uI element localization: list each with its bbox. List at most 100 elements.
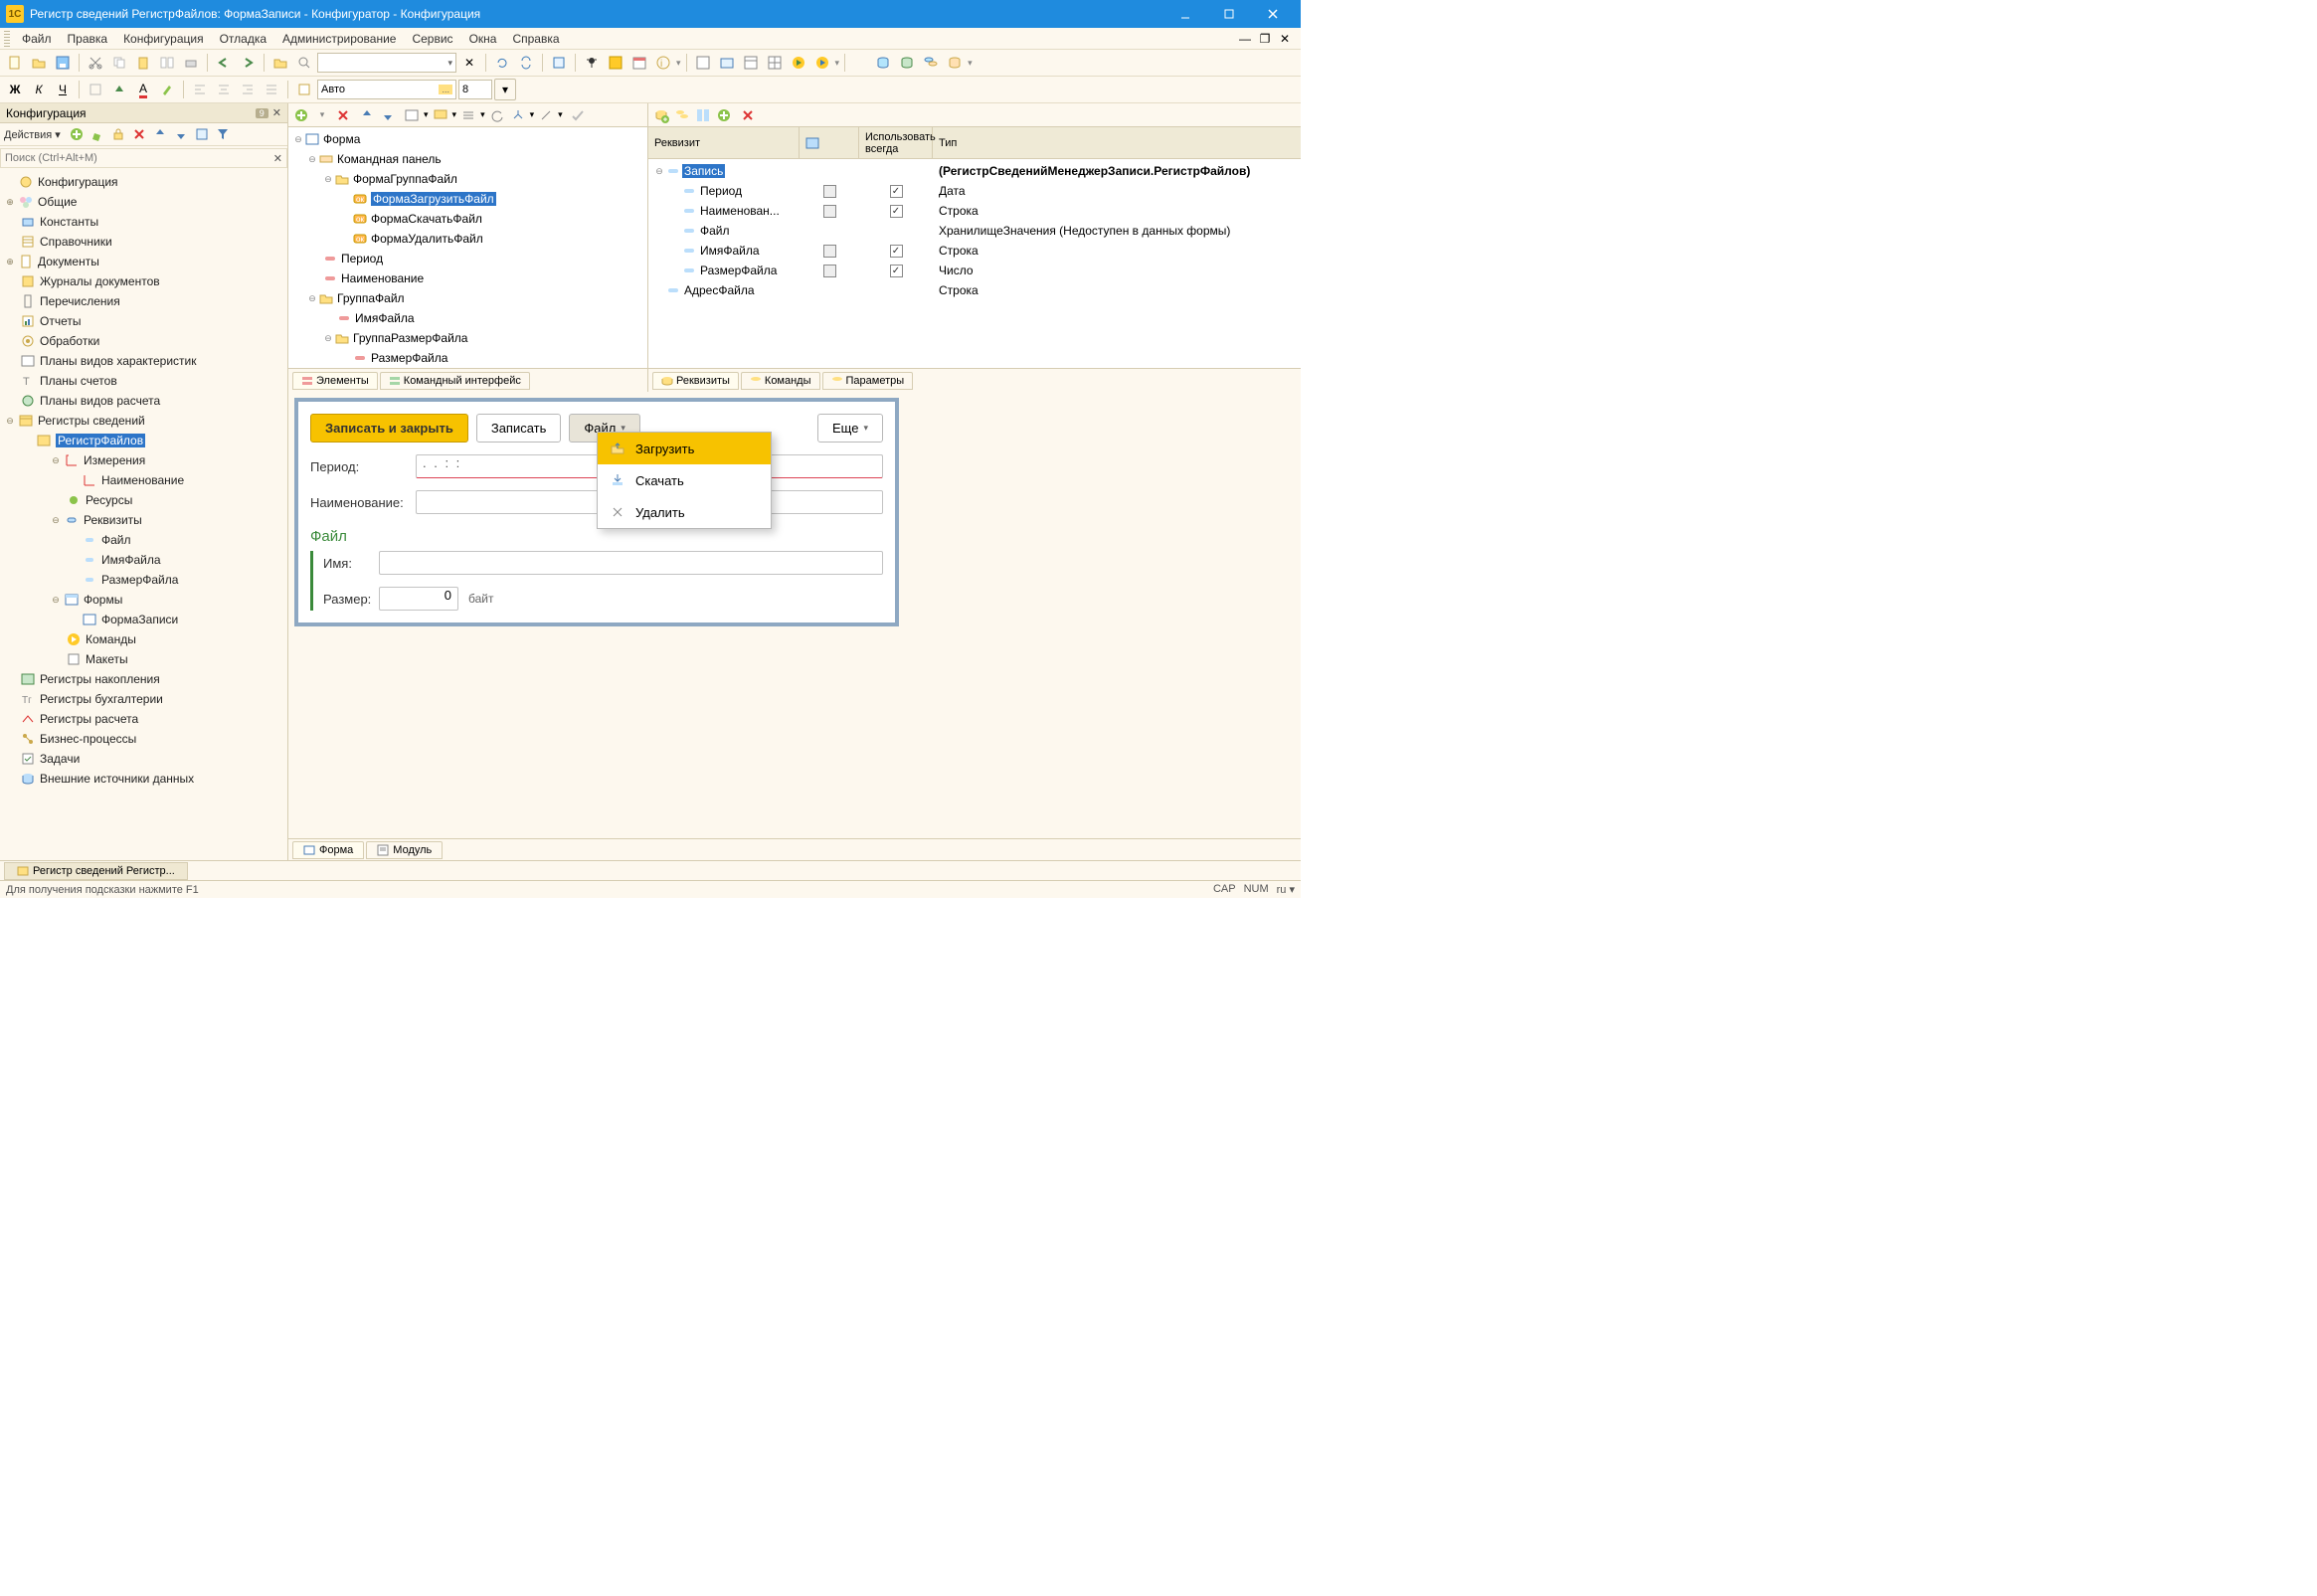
tree-reg-file[interactable]: РегистрФайлов	[0, 431, 287, 450]
border-icon[interactable]	[85, 79, 106, 100]
attr-name[interactable]: Наименован...Строка	[648, 201, 1301, 221]
window-tab[interactable]: Регистр сведений Регистр...	[4, 862, 188, 880]
fill-color-icon[interactable]	[108, 79, 130, 100]
tree-constants[interactable]: Константы	[0, 212, 287, 232]
tree-form-rec[interactable]: ФормаЗаписи	[0, 610, 287, 629]
config-search[interactable]: ✕	[0, 148, 287, 168]
attr-cols-icon[interactable]	[694, 106, 712, 124]
window-maximize-button[interactable]	[1207, 0, 1251, 28]
ft-name[interactable]: Наименование	[288, 268, 647, 288]
config-search-input[interactable]	[5, 152, 273, 164]
tree-catalogs[interactable]: Справочники	[0, 232, 287, 252]
fname-default-checkbox[interactable]	[823, 245, 836, 258]
ft-grp-size[interactable]: ⊖ГруппаРазмерФайла	[288, 328, 647, 348]
align-justify-icon[interactable]	[261, 79, 282, 100]
fname-always-checkbox[interactable]	[890, 245, 903, 258]
el-undo-icon[interactable]	[488, 106, 506, 124]
menu-load[interactable]: Загрузить	[598, 433, 771, 464]
status-lang[interactable]: ru ▾	[1277, 883, 1295, 896]
fname-input[interactable]	[379, 551, 883, 575]
cut-icon[interactable]	[85, 52, 106, 74]
db-upload-icon[interactable]	[872, 52, 894, 74]
menu-help[interactable]: Справка	[504, 30, 567, 48]
font-size-combo[interactable]: 8	[458, 80, 492, 99]
attr-addr[interactable]: АдресФайлаСтрока	[648, 280, 1301, 300]
highlight-icon[interactable]	[156, 79, 178, 100]
zoom-icon[interactable]	[293, 52, 315, 74]
el-add-dd-icon[interactable]: ▾	[313, 106, 331, 124]
paste-icon[interactable]	[132, 52, 154, 74]
config-panel-close-icon[interactable]: ✕	[272, 106, 281, 119]
bold-icon[interactable]: Ж	[4, 79, 26, 100]
tree-dimensions[interactable]: ⊖Измерения	[0, 450, 287, 470]
clear-search-icon[interactable]: ✕	[458, 52, 480, 74]
config-search-clear-icon[interactable]: ✕	[273, 152, 282, 165]
tab-attributes[interactable]: Реквизиты	[652, 372, 739, 390]
menu-download[interactable]: Скачать	[598, 464, 771, 496]
ft-cmd-del[interactable]: окФормаУдалитьФайл	[288, 229, 647, 249]
period-always-checkbox[interactable]	[890, 185, 903, 198]
config-tree[interactable]: Конфигурация ⊕Общие Константы Справочник…	[0, 170, 287, 860]
tree-acc-reg[interactable]: ТгРегистры бухгалтерии	[0, 689, 287, 709]
attributes-body[interactable]: ⊖Запись (РегистрСведенийМенеджерЗаписи.Р…	[648, 159, 1301, 368]
ft-root[interactable]: ⊖Форма	[288, 129, 647, 149]
el-down-icon[interactable]	[379, 106, 397, 124]
panel-icon[interactable]	[740, 52, 762, 74]
font-size-dropdown[interactable]: ▾	[494, 79, 516, 100]
italic-icon[interactable]: К	[28, 79, 50, 100]
copy-icon[interactable]	[108, 52, 130, 74]
move-down-icon[interactable]	[172, 125, 190, 143]
form-elements-tree[interactable]: ⊖Форма ⊖Командная панель ⊖ФормаГруппаФай…	[288, 127, 647, 368]
el-delete-icon[interactable]	[334, 106, 352, 124]
ft-grp-file2[interactable]: ⊖ГруппаФайл	[288, 288, 647, 308]
menu-file[interactable]: Файл	[14, 30, 60, 48]
align-center-icon[interactable]	[213, 79, 235, 100]
db-sync-icon[interactable]	[944, 52, 966, 74]
tree-attr-file[interactable]: Файл	[0, 530, 287, 550]
menu-service[interactable]: Сервис	[404, 30, 460, 48]
tree-root[interactable]: Конфигурация	[0, 172, 287, 192]
align-left-icon[interactable]	[189, 79, 211, 100]
tree-info-reg[interactable]: ⊖Регистры сведений	[0, 411, 287, 431]
tree-bp[interactable]: Бизнес-процессы	[0, 729, 287, 749]
tab-icon[interactable]	[716, 52, 738, 74]
ft-period[interactable]: Период	[288, 249, 647, 268]
tree-accum-reg[interactable]: Регистры накопления	[0, 669, 287, 689]
tree-chart-calc[interactable]: Планы видов расчета	[0, 391, 287, 411]
open-icon[interactable]	[28, 52, 50, 74]
attr-add-icon[interactable]	[652, 106, 670, 124]
attr-root[interactable]: ⊖Запись (РегистрСведенийМенеджерЗаписи.Р…	[648, 161, 1301, 181]
delete-icon[interactable]	[130, 125, 148, 143]
undo-icon[interactable]	[213, 52, 235, 74]
tree-enums[interactable]: Перечисления	[0, 291, 287, 311]
tree-dataproc[interactable]: Обработки	[0, 331, 287, 351]
move-up-icon[interactable]	[151, 125, 169, 143]
more-button[interactable]: Еще▾	[817, 414, 883, 443]
save-and-close-button[interactable]: Записать и закрыть	[310, 414, 468, 443]
mdi-close-button[interactable]: ✕	[1277, 31, 1293, 47]
fsize-default-checkbox[interactable]	[823, 265, 836, 277]
tree-doc-journals[interactable]: Журналы документов	[0, 271, 287, 291]
period-default-checkbox[interactable]	[823, 185, 836, 198]
window-minimize-button[interactable]	[1163, 0, 1207, 28]
attr-copy-icon[interactable]	[673, 106, 691, 124]
ft-cmd-load[interactable]: окФормаЗагрузитьФайл	[288, 189, 647, 209]
menu-administration[interactable]: Администрирование	[274, 30, 404, 48]
text-color-icon[interactable]: А	[132, 79, 154, 100]
tree-attr-fname[interactable]: ИмяФайла	[0, 550, 287, 570]
ft-cmdbar[interactable]: ⊖Командная панель	[288, 149, 647, 169]
new-icon[interactable]	[4, 52, 26, 74]
tab-elements[interactable]: Элементы	[292, 372, 378, 390]
mdi-restore-button[interactable]: ❐	[1257, 31, 1273, 47]
sort-icon[interactable]	[193, 125, 211, 143]
align-right-icon[interactable]	[237, 79, 259, 100]
el-list-icon[interactable]	[459, 106, 477, 124]
mdi-minimize-button[interactable]: —	[1237, 31, 1253, 47]
tab-parameters[interactable]: Параметры	[822, 372, 914, 390]
ft-grp-file[interactable]: ⊖ФормаГруппаФайл	[288, 169, 647, 189]
underline-icon[interactable]: Ч	[52, 79, 74, 100]
el-check-icon[interactable]	[569, 106, 587, 124]
tree-tasks[interactable]: Задачи	[0, 749, 287, 769]
tab-cmd-interface[interactable]: Командный интерфейс	[380, 372, 530, 390]
compare-icon[interactable]	[156, 52, 178, 74]
